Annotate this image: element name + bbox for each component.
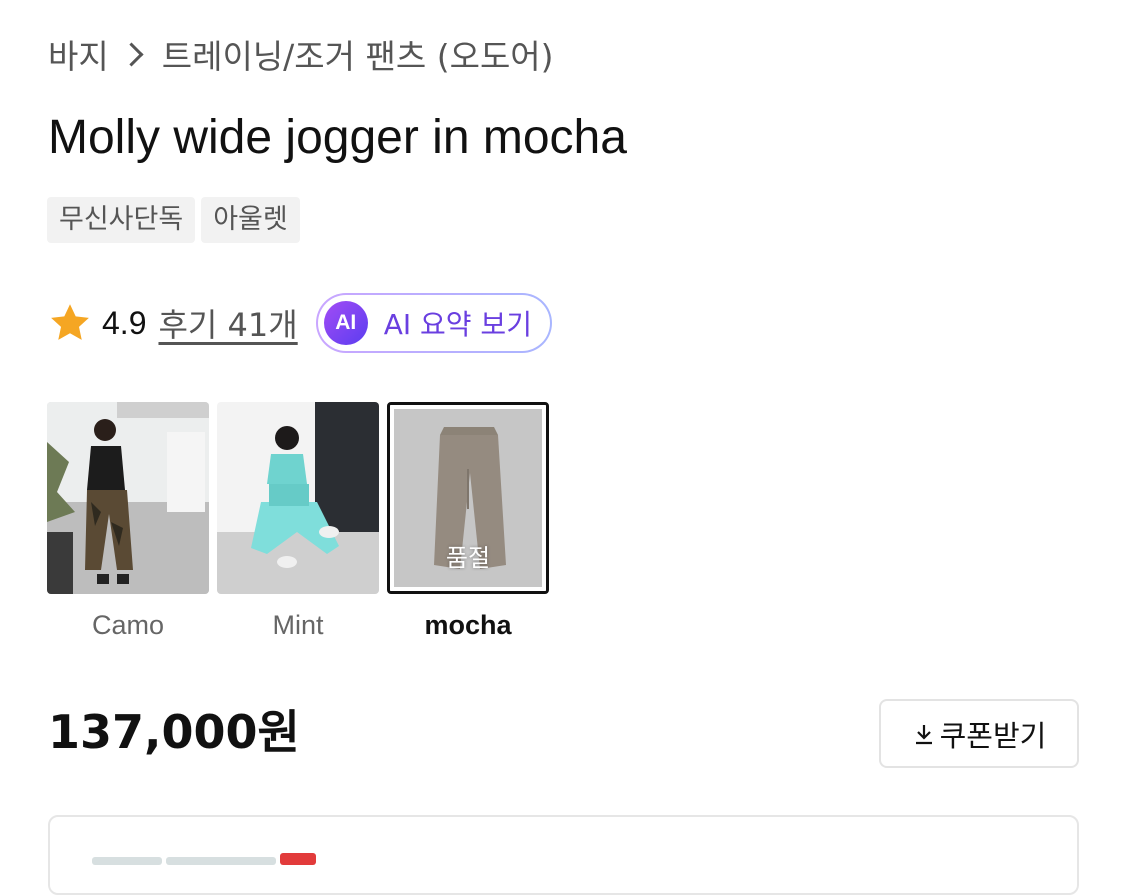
color-thumbnail: 품절 bbox=[387, 402, 549, 594]
color-label: Mint bbox=[272, 610, 324, 640]
color-option-mint[interactable]: Mint bbox=[217, 402, 379, 641]
color-label: mocha bbox=[424, 610, 512, 640]
rating-row: 4.9 후기 41개 AI AI 요약 보기 bbox=[48, 290, 552, 356]
download-icon bbox=[915, 724, 932, 744]
sold-out-badge: 품절 bbox=[445, 544, 491, 572]
coupon-label: 쿠폰받기 bbox=[939, 718, 1047, 753]
color-option-camo[interactable]: Camo bbox=[47, 402, 209, 641]
color-label: Camo bbox=[91, 610, 165, 640]
star-icon bbox=[51, 304, 89, 340]
chevron-right-icon bbox=[119, 41, 144, 67]
tag-exclusive: 무신사단독 bbox=[47, 197, 196, 243]
card-content-cropped bbox=[92, 849, 316, 873]
product-title: Molly wide jogger in mocha bbox=[48, 111, 627, 164]
review-count-link[interactable]: 후기 41개 bbox=[158, 300, 297, 346]
coupon-download-button[interactable]: 쿠폰받기 bbox=[879, 699, 1079, 768]
color-thumbnail bbox=[47, 402, 209, 594]
color-option-mocha[interactable]: 품절 mocha bbox=[387, 402, 549, 641]
benefit-card bbox=[48, 815, 1079, 895]
ai-summary-button[interactable]: AI AI 요약 보기 bbox=[316, 293, 552, 353]
tag-outlet: 아울렛 bbox=[201, 197, 300, 243]
breadcrumb-subcategory[interactable]: 트레이닝/조거 팬츠 (오도어) bbox=[162, 30, 554, 78]
breadcrumb: 바지 트레이닝/조거 팬츠 (오도어) bbox=[48, 30, 554, 78]
ai-summary-label: AI 요약 보기 bbox=[383, 308, 532, 341]
product-price: 137,000원 bbox=[48, 705, 300, 759]
ai-icon: AI bbox=[323, 301, 368, 345]
product-tags: 무신사단독 아울렛 bbox=[47, 197, 300, 243]
breadcrumb-category[interactable]: 바지 bbox=[48, 30, 109, 78]
rating-value: 4.9 bbox=[102, 304, 147, 341]
color-thumbnail bbox=[217, 402, 379, 594]
